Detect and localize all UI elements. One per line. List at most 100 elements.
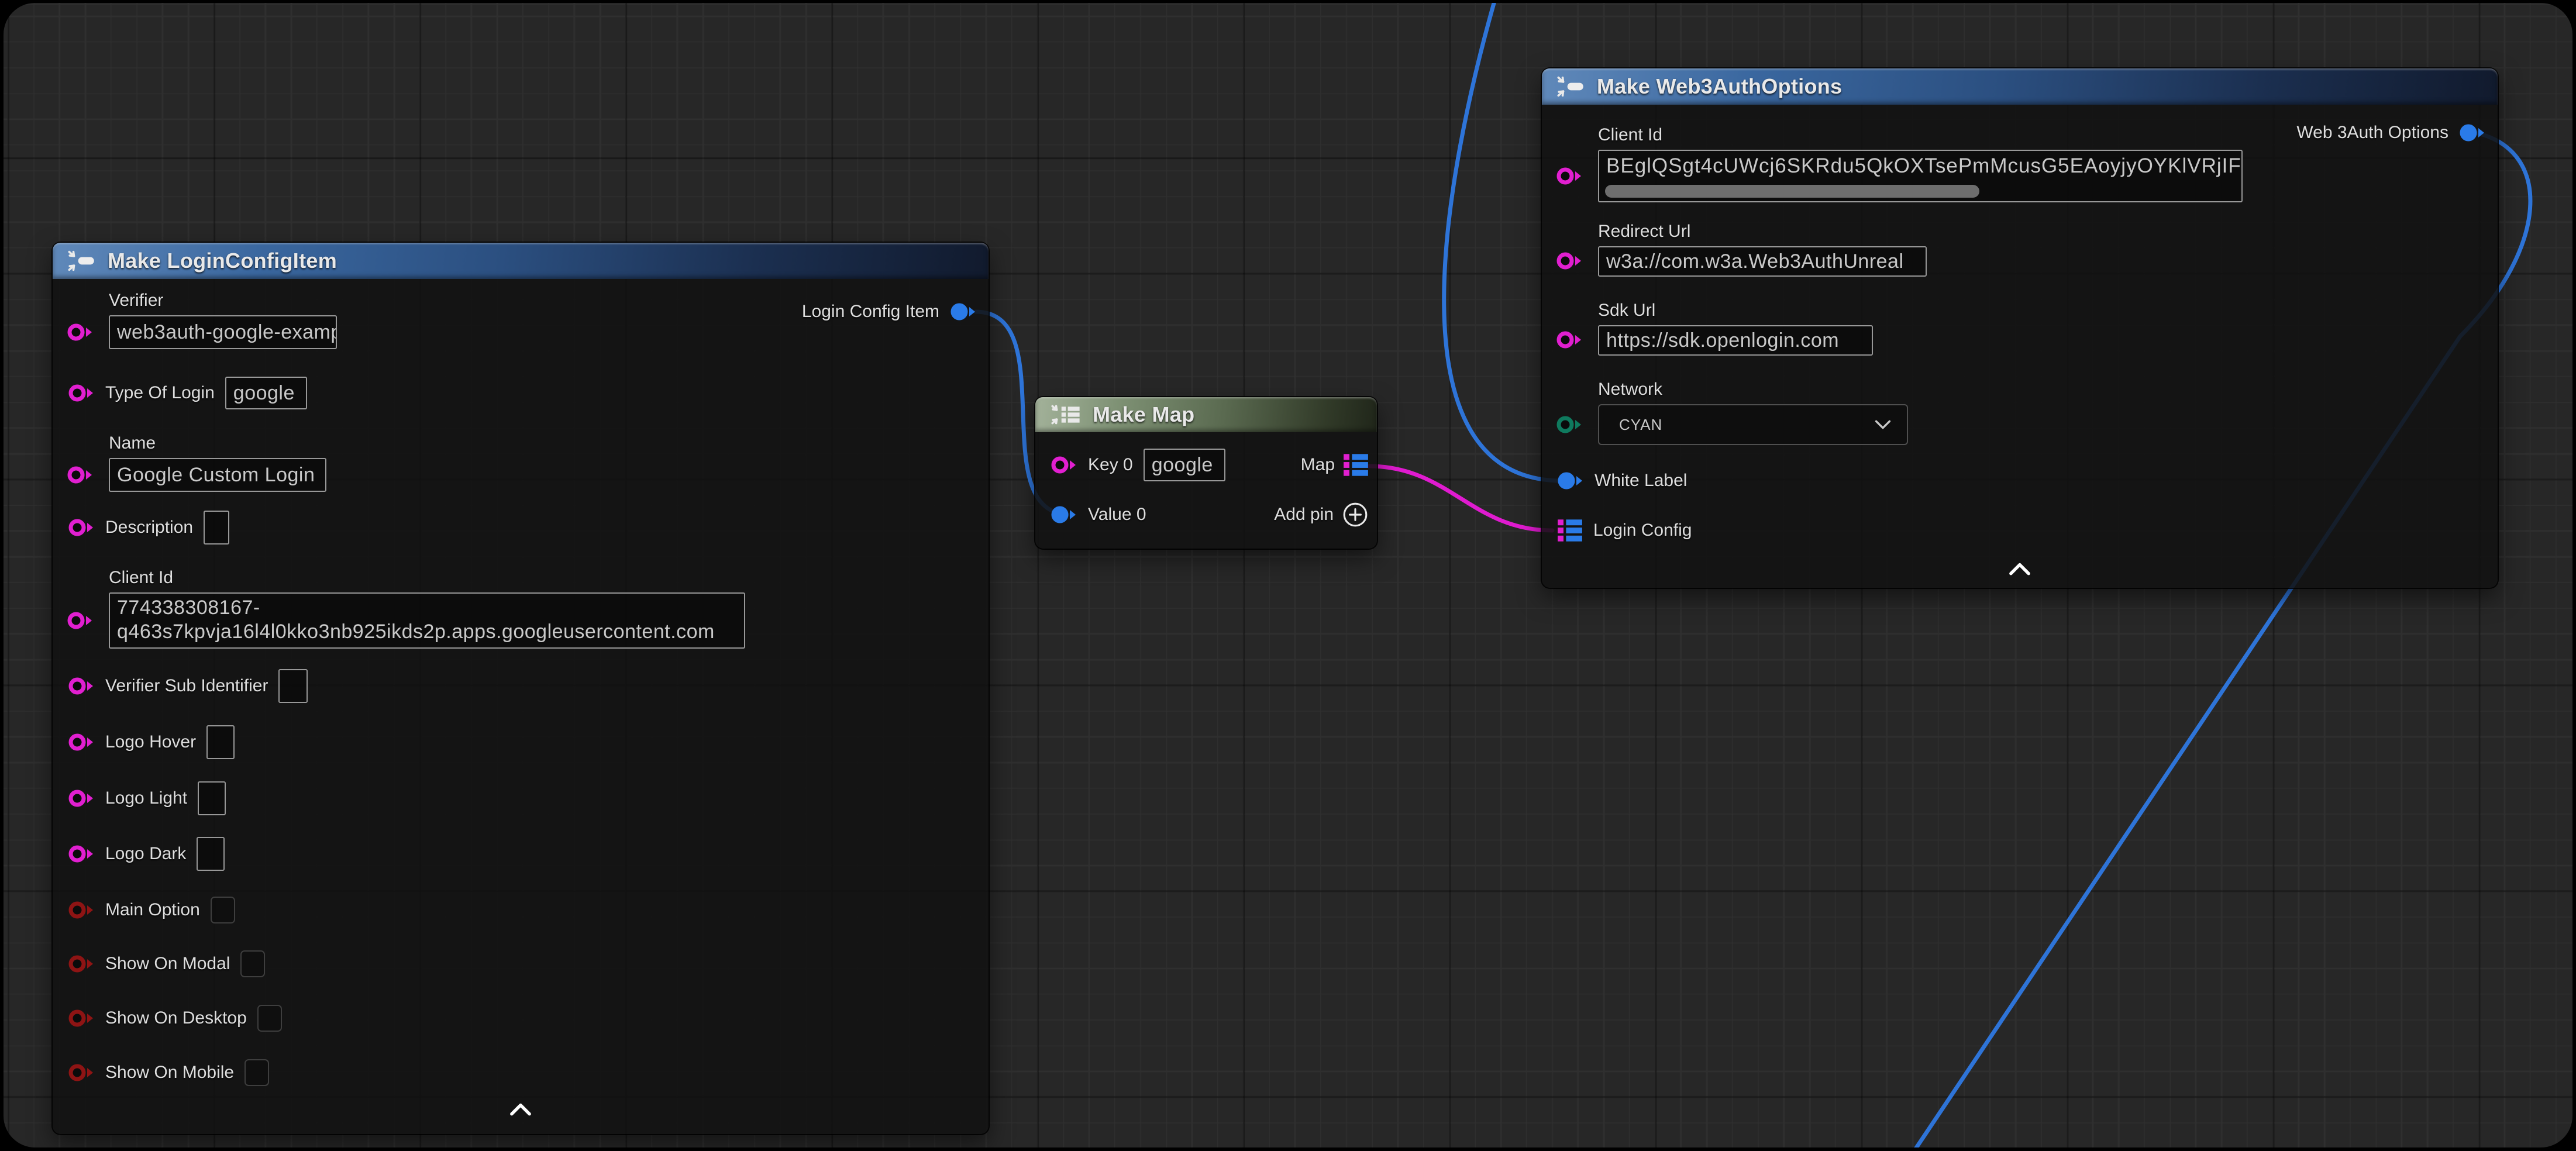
output-pin-label: Map	[1301, 455, 1335, 475]
string-pin[interactable]	[68, 675, 95, 697]
pin-row-white-label: White Label	[1542, 464, 2498, 498]
pin-label: Redirect Url	[1598, 220, 2498, 243]
pin-label: Type Of Login	[105, 383, 215, 403]
node-make-loginconfigitem[interactable]: Make LoginConfigItem Login Config Item V…	[53, 243, 989, 1134]
pin-row-logo-dark: Logo Dark	[53, 837, 989, 871]
field-value: https://sdk.openlogin.com	[1606, 329, 1839, 352]
string-pin[interactable]	[1556, 250, 1583, 272]
field-value: 774338308167-q463s7kpvja16l4l0kko3nb925i…	[117, 596, 737, 644]
bool-pin[interactable]	[68, 899, 95, 921]
field-value: web3auth-google-example	[117, 321, 337, 344]
add-pin-icon[interactable]	[1342, 501, 1369, 528]
field-hscrollbar[interactable]	[1605, 185, 1979, 198]
make-map-icon	[1048, 403, 1083, 426]
string-pin[interactable]	[68, 516, 95, 539]
string-pin[interactable]	[68, 843, 95, 865]
network-dropdown[interactable]: CYAN	[1598, 404, 1908, 445]
string-pin[interactable]	[67, 464, 94, 486]
verifier-sub-identifier-input[interactable]	[278, 669, 308, 703]
white-label-struct-pin[interactable]	[1557, 470, 1584, 492]
pin-label: Login Config	[1593, 521, 1692, 540]
pin-label: Description	[105, 518, 193, 537]
string-pin[interactable]	[68, 731, 95, 753]
show-on-mobile-checkbox[interactable]	[244, 1059, 269, 1086]
add-pin-label: Add pin	[1274, 505, 1334, 525]
string-pin[interactable]	[67, 609, 94, 632]
pin-row-description: Description	[53, 511, 989, 545]
logo-dark-input[interactable]	[197, 837, 225, 871]
chevron-down-icon	[1874, 420, 1892, 429]
string-pin[interactable]	[68, 787, 95, 809]
bool-pin[interactable]	[68, 1007, 95, 1029]
pin-label: White Label	[1594, 471, 1687, 491]
name-input[interactable]: Google Custom Login	[109, 458, 326, 492]
pin-label: Sdk Url	[1598, 299, 2498, 322]
make-struct-icon	[1555, 75, 1587, 98]
pin-row-name: Name Google Custom Login	[53, 432, 989, 492]
field-value: google	[1152, 454, 1213, 477]
field-value: Google Custom Login	[117, 464, 315, 487]
field-value: BEglQSgt4cUWcj6SKRdu5QkOXTsePmMcusG5EAoy…	[1606, 154, 2243, 178]
type-of-login-input[interactable]: google	[225, 377, 307, 409]
show-on-desktop-checkbox[interactable]	[257, 1005, 282, 1032]
client-id-input[interactable]: BEglQSgt4cUWcj6SKRdu5QkOXTsePmMcusG5EAoy…	[1598, 150, 2243, 202]
node-make-web3authoptions[interactable]: Make Web3AuthOptions Web 3Auth Options C…	[1542, 68, 2498, 588]
map-output: Map	[1301, 446, 1369, 484]
field-value: w3a://com.w3a.Web3AuthUnreal	[1606, 250, 1904, 273]
bool-pin[interactable]	[68, 953, 95, 975]
logo-hover-input[interactable]	[206, 725, 235, 759]
string-pin[interactable]	[1556, 165, 1583, 187]
network-selected-value: CYAN	[1619, 416, 1662, 434]
pin-label: Show On Mobile	[105, 1063, 234, 1083]
pin-row-logo-hover: Logo Hover	[53, 725, 989, 759]
sdk-url-input[interactable]: https://sdk.openlogin.com	[1598, 325, 1873, 356]
bool-pin[interactable]	[68, 1062, 95, 1084]
pin-row-verifier-sub-identifier: Verifier Sub Identifier	[53, 669, 989, 703]
pin-row-key0: Key 0 google Map	[1035, 446, 1377, 484]
collapse-node-chevron-icon[interactable]	[2006, 561, 2034, 576]
pin-label: Client Id	[1598, 124, 2498, 146]
main-option-checkbox[interactable]	[211, 897, 235, 923]
verifier-input[interactable]: web3auth-google-example	[109, 315, 337, 349]
pin-row-redirect-url: Redirect Url w3a://com.w3a.Web3AuthUnrea…	[1542, 220, 2498, 277]
pin-label: Logo Hover	[105, 732, 196, 752]
string-pin[interactable]	[1556, 329, 1583, 351]
value0-struct-pin[interactable]	[1051, 504, 1077, 526]
logo-light-input[interactable]	[198, 781, 226, 815]
node-title: Make Map	[1093, 402, 1194, 427]
pin-row-client-id: Client Id BEglQSgt4cUWcj6SKRdu5QkOXTsePm…	[1542, 124, 2498, 202]
node-title: Make LoginConfigItem	[108, 249, 337, 273]
login-config-map-pin[interactable]	[1557, 518, 1583, 543]
pin-row-type-of-login: Type Of Login google	[53, 376, 989, 410]
pin-row-network: Network CYAN	[1542, 378, 2498, 445]
node-header[interactable]: Make LoginConfigItem	[53, 243, 989, 279]
pin-label: Value 0	[1088, 505, 1146, 525]
pin-row-show-on-desktop: Show On Desktop	[53, 1005, 989, 1032]
redirect-url-input[interactable]: w3a://com.w3a.Web3AuthUnreal	[1598, 246, 1927, 277]
map-output-pin[interactable]	[1343, 452, 1369, 478]
string-pin[interactable]	[67, 321, 94, 343]
key0-string-pin[interactable]	[1051, 454, 1077, 476]
node-title: Make Web3AuthOptions	[1597, 74, 1842, 99]
pin-row-logo-light: Logo Light	[53, 781, 989, 815]
pin-label: Client Id	[109, 567, 989, 589]
node-make-map[interactable]: Make Map Key 0 google Map Value 0 A	[1035, 397, 1377, 549]
make-struct-icon	[66, 249, 98, 273]
blueprint-graph-canvas[interactable]: Make LoginConfigItem Login Config Item V…	[4, 3, 2572, 1147]
add-pin[interactable]: Add pin	[1274, 498, 1369, 532]
show-on-modal-checkbox[interactable]	[240, 950, 265, 977]
description-input[interactable]	[204, 511, 229, 545]
pin-label: Logo Dark	[105, 844, 186, 864]
enum-pin[interactable]	[1556, 413, 1583, 436]
node-header[interactable]: Make Web3AuthOptions	[1542, 68, 2498, 105]
pin-label: Show On Modal	[105, 954, 230, 974]
pin-row-sdk-url: Sdk Url https://sdk.openlogin.com	[1542, 299, 2498, 356]
client-id-input[interactable]: 774338308167-q463s7kpvja16l4l0kko3nb925i…	[109, 592, 745, 649]
collapse-node-chevron-icon[interactable]	[507, 1101, 535, 1116]
string-pin[interactable]	[68, 382, 95, 404]
pin-label: Show On Desktop	[105, 1008, 247, 1028]
node-header[interactable]: Make Map	[1035, 397, 1377, 432]
pin-label: Main Option	[105, 900, 200, 920]
key0-input[interactable]: google	[1144, 449, 1225, 481]
pin-label: Key 0	[1088, 455, 1133, 475]
